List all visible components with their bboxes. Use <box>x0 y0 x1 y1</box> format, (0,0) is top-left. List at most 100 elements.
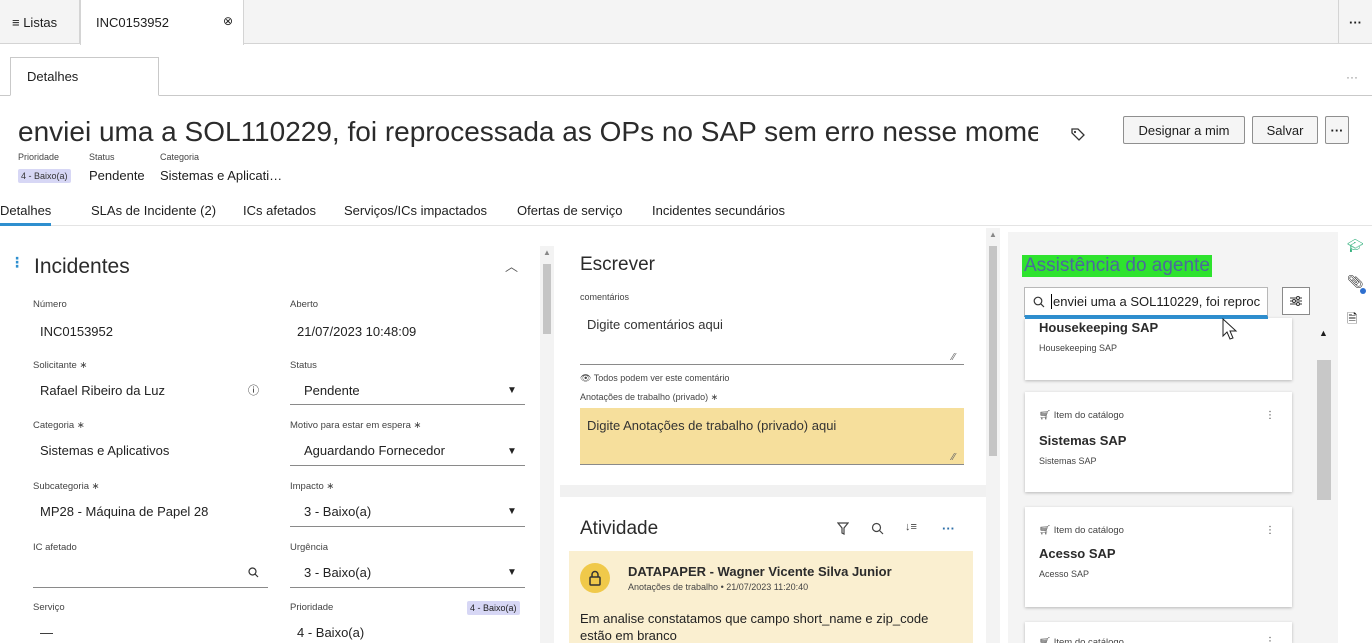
chevron-down-icon[interactable]: ▼ <box>507 446 517 457</box>
card-title[interactable]: Housekeeping SAP <box>1039 320 1158 335</box>
drag-handle-icon[interactable]: ⋮ <box>10 254 24 271</box>
tab-child-incidents[interactable]: Incidentes secundários <box>652 203 785 218</box>
page-title: enviei uma a SOL110229, foi reprocessada… <box>18 116 1038 147</box>
filter-icon[interactable] <box>837 522 849 535</box>
priority-badge: 4 - Baixo(a) <box>18 169 71 183</box>
document-icon[interactable]: 🗎 <box>1347 310 1357 332</box>
subcategory-select[interactable]: MP28 - Máquina de Papel 28 <box>40 504 208 519</box>
scroll-up-icon[interactable]: ▲ <box>989 230 997 239</box>
header-more-button[interactable]: ··· <box>1325 116 1349 144</box>
sort-icon[interactable]: ↓≡ <box>905 521 917 533</box>
category-select[interactable]: Sistemas e Aplicativos <box>40 443 169 458</box>
priority-field-badge: 4 - Baixo(a) <box>467 601 520 615</box>
tab-service-offerings[interactable]: Ofertas de serviço <box>517 203 623 218</box>
lists-tab[interactable]: ≡ Listas <box>0 0 80 44</box>
collapse-icon[interactable]: ︿ <box>505 256 518 275</box>
search-icon <box>1033 296 1045 307</box>
record-tabs: Detalhes SLAs de Incidente (2) ICs afeta… <box>0 196 1372 226</box>
section-title: Incidentes <box>34 255 130 278</box>
activity-more-button[interactable]: ··· <box>942 521 955 536</box>
visibility-note: 👁︎ Todos podem ver este comentário <box>580 373 729 384</box>
chevron-down-icon[interactable]: ▼ <box>507 506 517 517</box>
status-select[interactable]: Pendente <box>304 383 360 398</box>
status-field-label: Status <box>290 360 317 371</box>
card-menu-icon[interactable]: ⋮ <box>1265 636 1275 643</box>
tab-affected-cis[interactable]: ICs afetados <box>243 203 316 218</box>
graduation-cap-icon[interactable]: 🎓︎ <box>1347 238 1364 254</box>
subcategory-label: Subcategoria ∗ <box>33 481 100 492</box>
subtab-row: Detalhes ··· <box>0 44 1372 96</box>
topbar-more-button[interactable]: ··· <box>1338 0 1372 44</box>
tab-impacted-services[interactable]: Serviços/ICs impactados <box>344 203 487 218</box>
worknotes-label: Anotações de trabalho (privado) ∗ <box>580 392 719 402</box>
ci-underline <box>33 587 268 588</box>
tag-icon[interactable] <box>1070 126 1086 142</box>
card-title[interactable]: Acesso SAP <box>1039 546 1116 561</box>
card-menu-icon[interactable]: ⋮ <box>1265 525 1275 536</box>
agent-search-input[interactable]: enviei uma a SOL110229, foi reproc <box>1024 287 1268 317</box>
worknotes-input[interactable]: Digite Anotações de trabalho (privado) a… <box>580 408 964 465</box>
mouse-cursor-icon <box>1222 318 1238 340</box>
urgency-select[interactable]: 3 - Baixo(a) <box>304 565 371 580</box>
search-settings-button[interactable] <box>1282 287 1310 315</box>
record-tab[interactable]: INC0153952 ⊗ <box>80 0 244 45</box>
record-tab-label: INC0153952 <box>96 15 169 30</box>
card-title[interactable]: Sistemas SAP <box>1039 433 1126 448</box>
activity-title: Atividade <box>580 518 659 539</box>
number-label: Número <box>33 299 67 310</box>
resize-handle-icon[interactable]: ⁄⁄ <box>952 352 955 363</box>
service-field[interactable]: — <box>40 625 53 640</box>
urgency-label: Urgência <box>290 542 329 553</box>
priority-field: 4 - Baixo(a) <box>297 625 365 640</box>
card-type: 🛒︎ Item do catálogo <box>1039 410 1124 421</box>
impact-select[interactable]: 3 - Baixo(a) <box>304 504 371 519</box>
scroll-up-icon[interactable]: ▲ <box>1319 328 1328 338</box>
compose-scrollbar[interactable]: ▲ <box>986 228 1000 643</box>
activity-meta: Anotações de trabalho • 21/07/2023 11:20… <box>628 582 809 592</box>
status-label: Status <box>89 152 115 162</box>
hold-reason-label: Motivo para estar em espera ∗ <box>290 420 422 431</box>
activity-text-line1: Em analise constatamos que campo short_n… <box>580 611 929 626</box>
save-button[interactable]: Salvar <box>1252 116 1318 144</box>
cart-icon: 🛒︎ <box>1039 637 1052 643</box>
result-card[interactable]: 🛒︎ Item do catálogo ⋮ Acesso SAP Acesso … <box>1025 507 1292 607</box>
requester-field[interactable]: Rafael Ribeiro da Luz <box>40 383 165 398</box>
card-menu-icon[interactable]: ⋮ <box>1265 410 1275 421</box>
impact-underline <box>290 526 525 527</box>
requester-label: Solicitante ∗ <box>33 360 88 371</box>
card-subtitle: Sistemas SAP <box>1039 456 1097 466</box>
sliders-icon <box>1290 296 1302 306</box>
ci-label: IC afetado <box>33 542 77 553</box>
compose-scroll-thumb[interactable] <box>989 246 997 456</box>
lock-icon <box>580 563 610 593</box>
tab-slas[interactable]: SLAs de Incidente (2) <box>91 203 216 218</box>
comments-label: comentários <box>580 292 630 302</box>
resize-handle-icon[interactable]: ⁄⁄ <box>952 452 955 463</box>
results-scrollbar[interactable]: ▲ <box>1316 328 1331 643</box>
results-scroll-thumb[interactable] <box>1317 360 1331 500</box>
subtab-more-button[interactable]: ··· <box>1346 70 1358 84</box>
assign-to-me-button[interactable]: Designar a mim <box>1123 116 1245 144</box>
tab-details[interactable]: Detalhes <box>10 57 159 96</box>
scroll-up-icon[interactable]: ▲ <box>543 248 551 257</box>
comments-input[interactable]: Digite comentários aqui ⁄⁄ <box>580 312 964 365</box>
result-card[interactable]: 🛒︎ Item do catálogo ⋮ <box>1025 622 1292 643</box>
activity-author: DATAPAPER - Wagner Vicente Silva Junior <box>628 564 892 579</box>
close-icon[interactable]: ⊗ <box>223 14 233 28</box>
search-icon[interactable] <box>871 522 884 535</box>
pane-divider <box>560 485 986 497</box>
info-icon[interactable]: ⓘ <box>248 382 259 398</box>
result-card[interactable]: 🛒︎ Item do catálogo ⋮ Sistemas SAP Siste… <box>1025 392 1292 492</box>
category-label: Categoria <box>160 152 200 162</box>
chevron-down-icon[interactable]: ▼ <box>507 385 517 396</box>
opened-field: 21/07/2023 10:48:09 <box>297 324 417 339</box>
tab-detalhes[interactable]: Detalhes <box>0 203 52 226</box>
hold-reason-select[interactable]: Aguardando Fornecedor <box>304 443 445 458</box>
search-icon[interactable] <box>248 567 259 578</box>
form-scroll-thumb[interactable] <box>543 264 551 334</box>
card-type: 🛒︎ Item do catálogo <box>1039 525 1124 536</box>
notification-dot <box>1360 288 1366 294</box>
form-scrollbar[interactable]: ▲ <box>540 246 554 643</box>
result-card[interactable]: Housekeeping SAP Housekeeping SAP <box>1025 318 1292 380</box>
chevron-down-icon[interactable]: ▼ <box>507 567 517 578</box>
